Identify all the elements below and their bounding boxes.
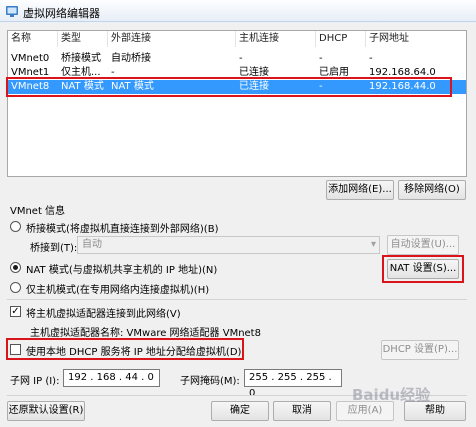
cancel-button[interactable]: 取消 (273, 401, 331, 421)
bridged-to-value: 自动 (82, 239, 102, 250)
bridged-mode-radio[interactable] (10, 221, 21, 232)
highlight-box-vmnet8 (6, 77, 452, 97)
highlight-box-nat-settings (382, 255, 464, 283)
watermark: Baidu经验 (352, 386, 431, 404)
bridged-mode-label[interactable]: 桥接模式(将虚拟机直接连接到外部网络)(B) (26, 220, 218, 235)
restore-defaults-button[interactable]: 还原默认设置(R) (7, 401, 85, 421)
bridged-to-select[interactable]: 自动 ▾ (77, 236, 380, 254)
divider (7, 299, 467, 300)
subnet-mask-label: 子网掩码(M): (180, 376, 240, 387)
add-network-button[interactable]: 添加网络(E)... (326, 180, 394, 200)
table-cell: VMnet0 (11, 53, 50, 64)
column-header-host[interactable]: 主机连接 (236, 31, 316, 47)
window-title: 虚拟网络编辑器 (23, 7, 100, 20)
host-only-label[interactable]: 仅主机模式(在专用网络内连接虚拟机)(H) (26, 281, 209, 296)
nat-mode-label[interactable]: NAT 模式(与虚拟机共享主机的 IP 地址)(N) (26, 261, 217, 276)
network-editor-icon (6, 6, 18, 17)
title-bar: 虚拟网络编辑器 (0, 0, 476, 22)
ok-button[interactable]: 确定 (211, 401, 269, 421)
subnet-ip-label: 子网 IP (I): (10, 376, 60, 387)
subnet-mask-field[interactable]: 255 . 255 . 255 . 0 (244, 369, 342, 399)
dhcp-settings-button[interactable]: DHCP 设置(P)... (381, 340, 459, 360)
table-row-vmnet0[interactable]: VMnet0 桥接模式 自动桥接 - - - (8, 52, 466, 66)
highlight-box-dhcp (6, 338, 244, 360)
remove-network-button[interactable]: 移除网络(O) (398, 180, 466, 200)
host-only-radio[interactable] (10, 282, 21, 293)
auto-settings-button[interactable]: 自动设置(U)... (387, 235, 459, 255)
table-cell: - (319, 53, 323, 64)
table-cell: - (369, 53, 373, 64)
table-cell: 自动桥接 (111, 53, 151, 64)
column-header-dhcp[interactable]: DHCP (316, 31, 366, 47)
connect-adapter-label[interactable]: 将主机虚拟适配器连接到此网络(V) (26, 305, 181, 320)
chevron-down-icon: ▾ (370, 239, 376, 250)
column-header-external[interactable]: 外部连接 (108, 31, 236, 47)
adapter-name-text: 主机虚拟适配器名称: VMware 网络适配器 VMnet8 (30, 328, 261, 339)
table-cell: 桥接模式 (61, 53, 101, 64)
column-header-type[interactable]: 类型 (58, 31, 108, 47)
column-header-name[interactable]: 名称 (8, 31, 58, 47)
subnet-ip-field[interactable]: 192 . 168 . 44 . 0 (63, 369, 160, 387)
vmnet-info-heading: VMnet 信息 (10, 206, 66, 217)
nat-mode-radio[interactable] (10, 262, 21, 273)
bridged-to-label: 桥接到(T): (30, 243, 78, 254)
column-header-subnet[interactable]: 子网地址 (366, 31, 466, 47)
table-cell: - (239, 53, 243, 64)
connect-adapter-checkbox[interactable]: ✓ (10, 306, 21, 317)
